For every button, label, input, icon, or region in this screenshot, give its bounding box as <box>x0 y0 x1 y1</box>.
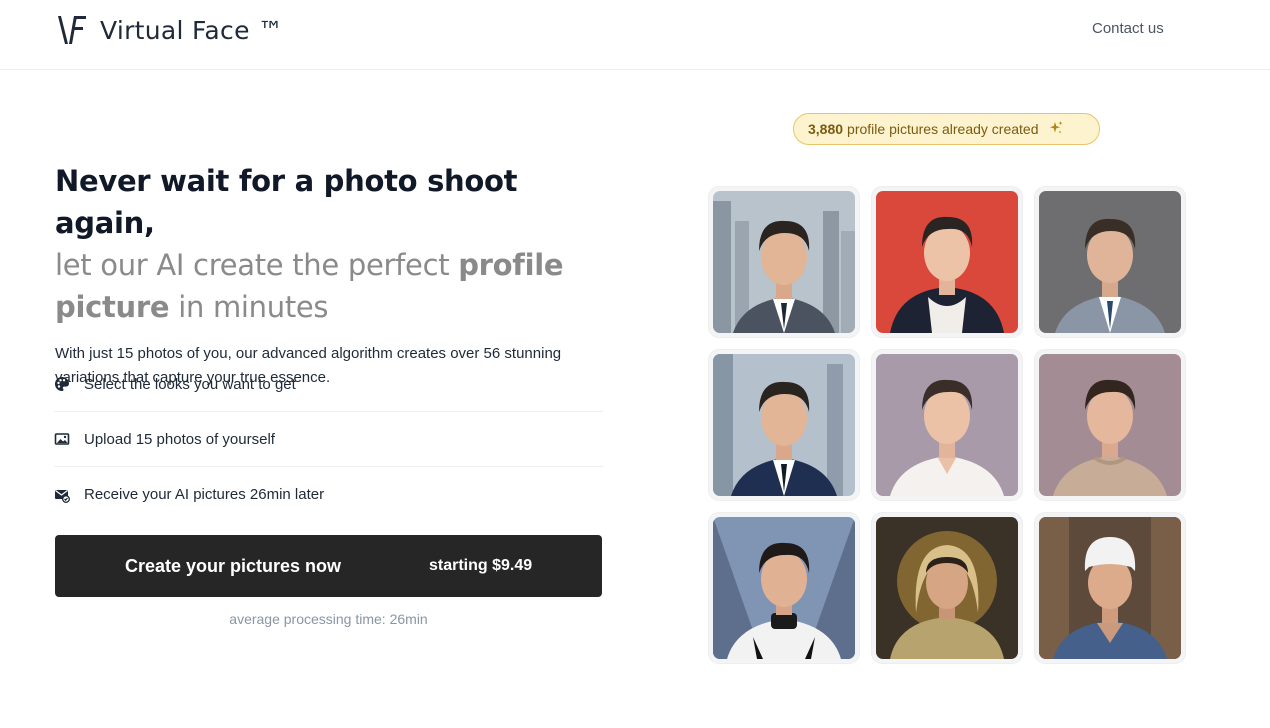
profile-picture[interactable] <box>709 350 859 500</box>
step-label: Select the looks you want to get <box>84 375 296 393</box>
badge-text: profile pictures already created <box>847 121 1039 137</box>
profile-gallery <box>709 187 1185 665</box>
mail-check-icon <box>54 487 70 503</box>
cta-price: starting $9.49 <box>429 557 533 574</box>
processing-time-note: average processing time: 26min <box>229 611 428 627</box>
portrait-image <box>713 517 855 659</box>
profile-picture[interactable] <box>1035 350 1185 500</box>
portrait-image <box>1039 517 1181 659</box>
portrait-image <box>713 354 855 496</box>
badge-count: 3,880 <box>808 121 844 137</box>
headline-strong: Never wait for a photo shoot again, <box>55 164 518 240</box>
portrait-image <box>876 517 1018 659</box>
cta-label: Create your pictures now <box>125 555 342 576</box>
step-label: Receive your AI pictures 26min later <box>84 486 325 503</box>
headline-part2: in minutes <box>169 290 329 324</box>
site-header: Virtual Face ™ Contact us <box>0 0 1270 70</box>
portrait-image <box>1039 191 1181 333</box>
profile-picture[interactable] <box>709 513 859 663</box>
step-label: Upload 15 photos of yourself <box>84 430 275 448</box>
portrait-image <box>876 354 1018 496</box>
profile-picture[interactable] <box>872 350 1022 500</box>
pictures-created-badge: 3,880 profile pictures already created <box>793 113 1100 145</box>
hero-headline: Never wait for a photo shoot again, let o… <box>55 160 615 328</box>
contact-link[interactable]: Contact us <box>1092 20 1164 37</box>
profile-picture[interactable] <box>1035 513 1185 663</box>
headline-part1: let our AI create the perfect <box>55 248 459 282</box>
hero-section: Never wait for a photo shoot again, let o… <box>55 160 615 390</box>
steps-list: Select the looks you want to get Upload … <box>54 357 603 522</box>
brand-logo-link[interactable]: Virtual Face ™ <box>56 14 283 46</box>
step-item: Receive your AI pictures 26min later <box>54 467 603 522</box>
brand-name: Virtual Face ™ <box>100 15 284 45</box>
profile-picture[interactable] <box>872 187 1022 337</box>
portrait-image <box>1039 354 1181 496</box>
step-item: Upload 15 photos of yourself <box>54 412 603 467</box>
sparkles-icon <box>1048 120 1064 139</box>
portrait-image <box>713 191 855 333</box>
vf-logo-icon <box>58 16 86 44</box>
step-item: Select the looks you want to get <box>54 357 603 412</box>
profile-picture[interactable] <box>1035 187 1185 337</box>
portrait-image <box>876 191 1018 333</box>
profile-picture[interactable] <box>872 513 1022 663</box>
profile-picture[interactable] <box>709 187 859 337</box>
image-icon <box>54 431 70 447</box>
create-pictures-button[interactable]: Create your pictures now starting $9.49 <box>55 535 602 597</box>
palette-icon <box>54 376 70 392</box>
